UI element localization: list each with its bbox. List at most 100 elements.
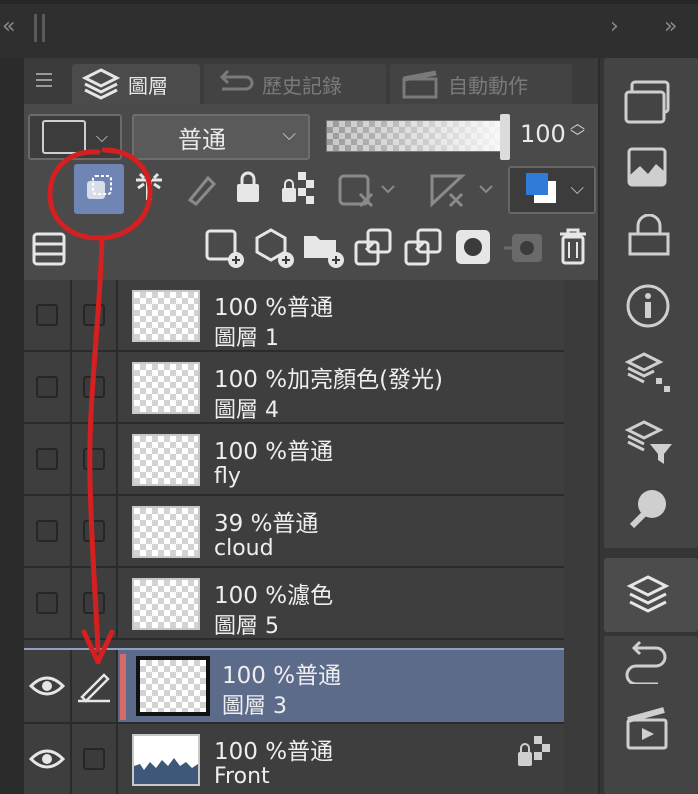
material-icon[interactable] xyxy=(626,214,672,258)
new-folder-icon[interactable] xyxy=(302,228,346,268)
layer-row[interactable]: 100 %普通 圖層 1 xyxy=(24,280,564,352)
enable-mask-icon[interactable] xyxy=(336,170,400,208)
layer-color-button[interactable]: ⌵ xyxy=(508,166,596,214)
drag-handle-icon[interactable] xyxy=(34,14,37,42)
quick-access-icon[interactable] xyxy=(626,486,672,530)
history-icon xyxy=(214,69,254,99)
visibility-checkbox[interactable] xyxy=(36,376,58,398)
layer-row[interactable]: 100 %普通 Front xyxy=(24,724,564,794)
layer-opacity-mode: 100 %普通 xyxy=(214,295,334,321)
chevron-down-icon: ⌵ xyxy=(282,124,296,145)
layer-thumbnail xyxy=(132,506,200,558)
history-panel-icon[interactable] xyxy=(624,640,670,684)
tab-label: 自動動作 xyxy=(448,73,528,98)
tab-layers[interactable]: 圖層 xyxy=(72,64,200,104)
layers-icon xyxy=(82,67,120,101)
edit-checkbox[interactable] xyxy=(83,520,105,542)
edit-checkbox[interactable] xyxy=(83,592,105,614)
layer-search-icon[interactable] xyxy=(624,350,674,400)
panel-top-bar: « › » xyxy=(0,0,698,58)
edit-checkbox[interactable] xyxy=(83,304,105,326)
blend-mode-select[interactable]: 普通 ⌵ xyxy=(132,114,310,160)
opacity-slider[interactable] xyxy=(326,120,502,152)
auto-action-panel-icon[interactable] xyxy=(624,706,670,752)
layer-thumbnail xyxy=(132,734,200,786)
combine-to-lower-layer-icon[interactable] xyxy=(404,228,444,268)
layer-name: 圖層 1 xyxy=(214,326,279,351)
tab-auto-actions[interactable]: 自動動作 xyxy=(390,64,572,104)
layer-name: 圖層 4 xyxy=(214,398,279,423)
layer-name: 圖層 5 xyxy=(214,614,279,639)
visibility-checkbox[interactable] xyxy=(36,448,58,470)
layer-color-marker xyxy=(120,654,126,720)
reference-layer-icon[interactable] xyxy=(132,170,166,208)
new-raster-layer-icon[interactable] xyxy=(204,228,246,268)
edit-toggle[interactable] xyxy=(72,650,118,722)
transfer-to-lower-layer-icon[interactable] xyxy=(354,228,394,268)
opacity-slider-handle[interactable] xyxy=(500,114,510,160)
visibility-toggle[interactable] xyxy=(24,724,72,794)
sub-view-icon[interactable] xyxy=(626,146,670,190)
opacity-value[interactable]: 100 xyxy=(520,120,566,148)
layer-opacity-mode: 100 %普通 xyxy=(214,439,334,465)
edit-toggle[interactable] xyxy=(72,496,118,566)
visibility-toggle[interactable] xyxy=(24,496,72,566)
layer-row-selected[interactable]: 100 %普通 圖層 3 xyxy=(24,648,564,724)
tab-history[interactable]: 歷史記錄 xyxy=(204,64,386,104)
chevron-right-icon[interactable]: › xyxy=(610,16,619,38)
visibility-toggle[interactable] xyxy=(24,650,72,722)
panel-menu-icon[interactable] xyxy=(36,72,52,88)
collapse-right-icon[interactable]: » xyxy=(664,16,677,38)
edit-toggle[interactable] xyxy=(72,424,118,494)
create-layer-mask-icon[interactable] xyxy=(454,228,494,268)
layer-name: 圖層 3 xyxy=(222,694,287,719)
visibility-checkbox[interactable] xyxy=(36,304,58,326)
layers-panel-icon[interactable] xyxy=(626,574,670,616)
navigator-icon[interactable] xyxy=(624,80,672,126)
layer-opacity-mode: 100 %加亮顏色(發光) xyxy=(214,367,444,393)
layer-thumbnail xyxy=(132,434,200,486)
apply-mask-icon[interactable] xyxy=(502,228,546,268)
ruler-icon[interactable] xyxy=(426,170,500,208)
layer-filter-icon[interactable] xyxy=(624,418,674,468)
collapse-left-icon[interactable]: « xyxy=(2,16,15,38)
visibility-toggle[interactable] xyxy=(24,424,72,494)
edit-toggle[interactable] xyxy=(72,724,118,794)
edit-toggle[interactable] xyxy=(72,568,118,638)
clip-to-lower-layer-button[interactable] xyxy=(74,164,124,214)
layer-color-select[interactable]: ⌵ xyxy=(28,114,122,160)
tab-label: 圖層 xyxy=(128,73,168,98)
chevron-down-icon: ⌵ xyxy=(570,178,584,199)
new-vector-layer-icon[interactable] xyxy=(254,228,296,268)
visibility-checkbox[interactable] xyxy=(36,592,58,614)
delete-layer-icon[interactable] xyxy=(558,228,588,266)
visibility-checkbox[interactable] xyxy=(36,520,58,542)
draft-layer-icon[interactable] xyxy=(184,170,218,208)
layer-row[interactable]: 100 %普通 fly xyxy=(24,424,564,496)
layer-row[interactable]: 100 %加亮顏色(發光) 圖層 4 xyxy=(24,352,564,424)
lock-layer-icon[interactable] xyxy=(234,170,262,206)
edit-checkbox[interactable] xyxy=(83,376,105,398)
opacity-stepper[interactable]: ︿ ﹀ xyxy=(570,116,585,145)
layer-row[interactable]: 100 %濾色 圖層 5 xyxy=(24,568,564,640)
layer-opacity-mode: 39 %普通 xyxy=(214,511,319,537)
edit-checkbox[interactable] xyxy=(83,748,105,770)
tab-label: 歷史記錄 xyxy=(262,73,342,98)
visibility-toggle[interactable] xyxy=(24,352,72,422)
visibility-toggle[interactable] xyxy=(24,568,72,638)
pen-icon xyxy=(76,669,112,703)
blend-mode-value: 普通 xyxy=(178,125,226,154)
layer-row[interactable]: 39 %普通 cloud xyxy=(24,496,564,568)
edit-toggle[interactable] xyxy=(72,352,118,422)
chevron-down-icon: ⌵ xyxy=(95,127,109,146)
info-icon[interactable] xyxy=(624,282,672,330)
clapperboard-icon xyxy=(400,69,440,99)
layer-name: cloud xyxy=(214,536,274,561)
edit-toggle[interactable] xyxy=(72,280,118,350)
visibility-toggle[interactable] xyxy=(24,280,72,350)
lock-transparent-pixels-icon[interactable] xyxy=(280,170,316,206)
edit-checkbox[interactable] xyxy=(83,448,105,470)
layer-color-swatch xyxy=(526,173,548,195)
layer-property-icon[interactable] xyxy=(32,232,66,266)
eye-icon xyxy=(29,747,65,771)
